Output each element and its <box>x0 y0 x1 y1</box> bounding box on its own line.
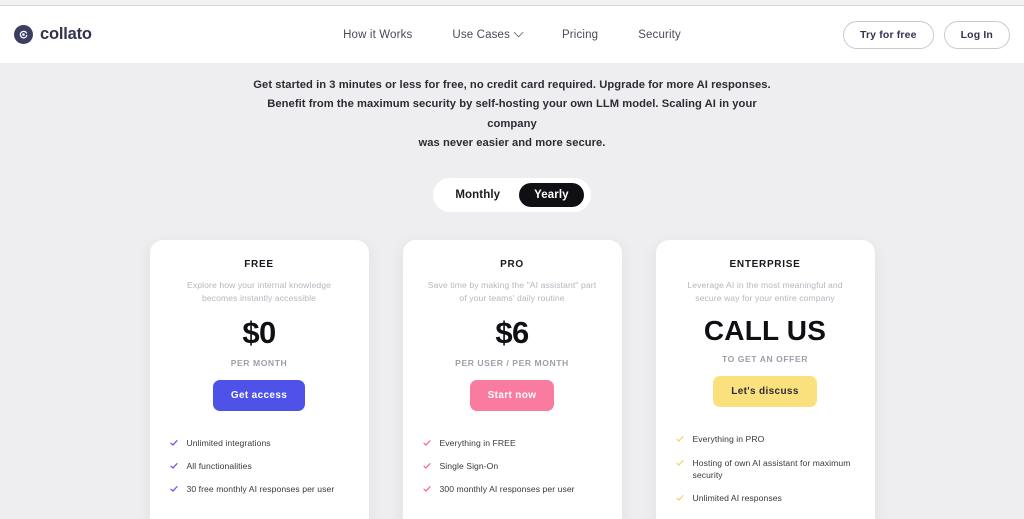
plan-feature-label: Single Sign-On <box>439 460 499 471</box>
plan-cta-button[interactable]: Start now <box>469 379 555 411</box>
intro-line-2: Benefit from the maximum security by sel… <box>267 98 757 130</box>
pricing-page-body: Get started in 3 minutes or less for fre… <box>0 63 1024 519</box>
pricing-card-enterprise: ENTERPRISE Leverage AI in the most meani… <box>655 240 875 519</box>
plan-feature-label: 30 free monthly AI responses per user <box>186 484 335 495</box>
plan-feature-item: 300 monthly AI responses per user <box>422 483 602 495</box>
check-icon <box>422 439 431 447</box>
check-icon <box>169 439 178 447</box>
intro-text-block: Get started in 3 minutes or less for fre… <box>252 76 772 153</box>
header-actions: Try for free Log In <box>842 20 1010 49</box>
plan-feature-item: 30 free monthly AI responses per user <box>169 483 349 495</box>
plan-feature-item: Single Sign-On <box>422 460 602 472</box>
plan-name: PRO <box>500 259 524 271</box>
pricing-card-pro: PRO Save time by making the "AI assistan… <box>402 240 622 519</box>
plan-cta-button[interactable]: Get access <box>212 379 306 411</box>
plan-feature-label: 300 monthly AI responses per user <box>439 484 575 495</box>
plan-feature-label: Unlimited AI responses <box>692 493 782 504</box>
intro-line-3: was never easier and more secure. <box>418 136 606 149</box>
plan-price: $0 <box>242 315 276 351</box>
check-icon <box>675 435 684 443</box>
log-in-button[interactable]: Log In <box>943 20 1010 49</box>
plan-period: PER USER / PER MONTH <box>455 357 569 368</box>
check-icon <box>675 459 684 467</box>
check-icon <box>169 462 178 470</box>
plan-feature-label: All functionalities <box>186 460 252 471</box>
nav-item-pricing-label: Pricing <box>561 28 599 41</box>
try-for-free-button[interactable]: Try for free <box>842 20 934 49</box>
billing-toggle-yearly[interactable]: Yearly <box>519 183 584 208</box>
plan-feature-item: All functionalities <box>169 460 349 472</box>
check-icon <box>422 462 431 470</box>
plan-feature-label: Unlimited integrations <box>186 437 271 448</box>
plan-name: ENTERPRISE <box>729 259 801 271</box>
plan-feature-list: Everything in FREE Single Sign-On 300 mo… <box>422 437 602 507</box>
billing-toggle-wrapper: Monthly Yearly <box>0 178 1024 213</box>
plan-feature-item: Unlimited integrations <box>169 437 349 449</box>
intro-line-1: Get started in 3 minutes or less for fre… <box>253 79 771 91</box>
check-icon <box>675 494 684 502</box>
plan-period: TO GET AN OFFER <box>721 354 809 365</box>
plan-feature-list: Everything in PRO Hosting of own AI assi… <box>675 433 855 515</box>
nav-item-security[interactable]: Security <box>638 29 681 41</box>
main-navigation: How it Works Use Cases Pricing Security <box>343 27 681 41</box>
nav-item-how-it-works[interactable]: How it Works <box>343 29 412 41</box>
brand-name: collato <box>40 25 92 43</box>
nav-item-use-cases[interactable]: Use Cases <box>452 27 524 41</box>
nav-item-pricing[interactable]: Pricing <box>562 29 598 41</box>
plan-description: Leverage AI in the most meaningful and s… <box>687 280 843 303</box>
plan-feature-item: Unlimited AI responses <box>675 492 855 504</box>
plan-price: $6 <box>495 315 529 351</box>
plan-feature-list: Unlimited integrations All functionaliti… <box>169 437 349 507</box>
plan-feature-label: Everything in FREE <box>439 437 516 448</box>
brand-logo[interactable]: collato <box>14 25 92 44</box>
check-icon <box>422 485 431 493</box>
check-icon <box>169 485 178 493</box>
nav-item-security-label: Security <box>638 28 681 41</box>
plan-feature-label: Hosting of own AI assistant for maximum … <box>692 457 851 481</box>
collato-spiral-logo-icon <box>14 25 33 44</box>
billing-toggle[interactable]: Monthly Yearly <box>433 178 591 213</box>
plan-period: PER MONTH <box>230 357 288 368</box>
billing-toggle-monthly[interactable]: Monthly <box>440 183 515 207</box>
plan-description: Save time by making the "AI assistant" p… <box>427 280 597 303</box>
plan-feature-item: Everything in PRO <box>675 433 855 445</box>
chevron-down-icon <box>513 27 524 38</box>
plan-name: FREE <box>244 259 274 271</box>
plan-description: Explore how your internal knowledge beco… <box>187 280 331 303</box>
pricing-cards: FREE Explore how your internal knowledge… <box>0 240 1024 519</box>
pricing-card-free: FREE Explore how your internal knowledge… <box>149 240 369 519</box>
nav-item-use-cases-label: Use Cases <box>452 28 510 41</box>
nav-item-how-it-works-label: How it Works <box>343 28 413 41</box>
plan-feature-item: Hosting of own AI assistant for maximum … <box>675 457 855 482</box>
plan-feature-label: Everything in PRO <box>692 434 765 445</box>
plan-price: CALL US <box>703 315 827 347</box>
plan-cta-button[interactable]: Let's discuss <box>713 376 817 408</box>
site-header: collato How it Works Use Cases Pricing S… <box>0 6 1024 63</box>
plan-feature-item: Everything in FREE <box>422 437 602 449</box>
